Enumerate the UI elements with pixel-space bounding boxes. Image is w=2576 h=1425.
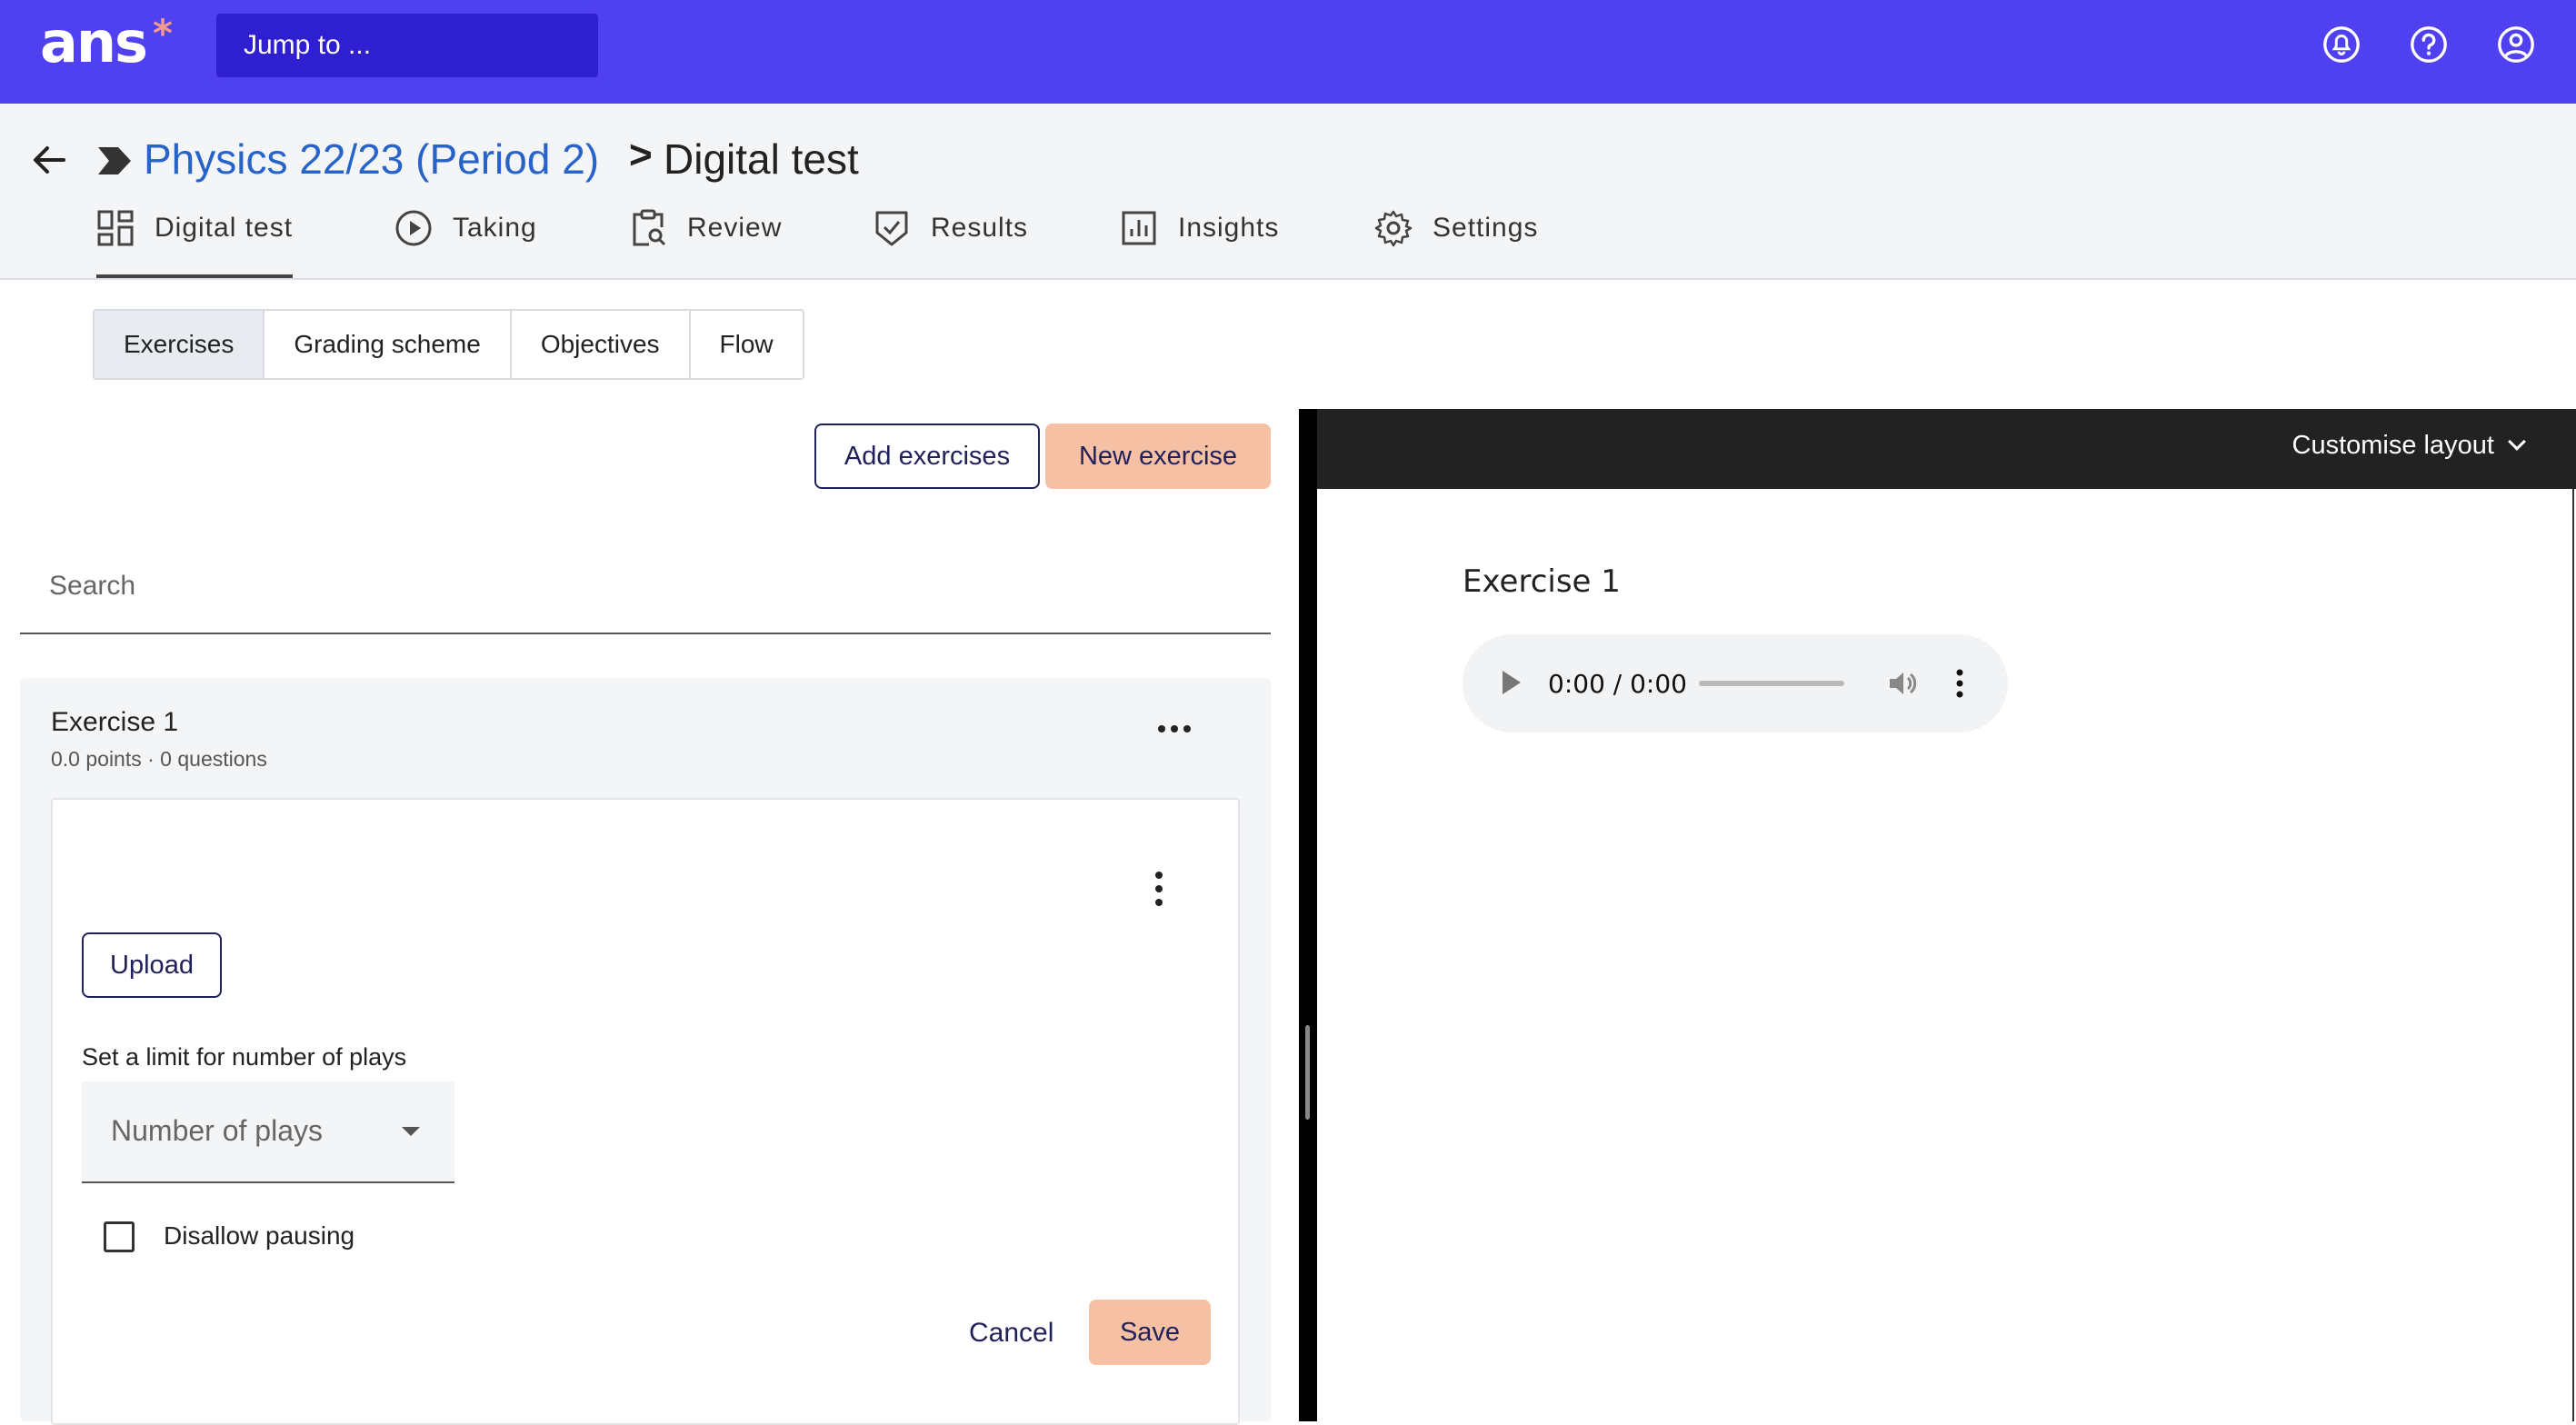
tab-settings[interactable]: Settings	[1374, 209, 1538, 278]
tab-label: Taking	[453, 213, 537, 243]
account-icon[interactable]	[2495, 24, 2537, 65]
ans-logo[interactable]: ans	[40, 9, 148, 75]
tab-label: Review	[687, 213, 783, 243]
page-title: Digital test	[664, 135, 859, 183]
bar-chart-icon	[1122, 211, 1156, 245]
audio-settings-panel: Upload Set a limit for number of plays N…	[51, 798, 1240, 1425]
disallow-pausing-checkbox[interactable]	[104, 1221, 135, 1252]
upload-button[interactable]: Upload	[82, 932, 222, 998]
tab-label: Settings	[1433, 213, 1539, 243]
exercise-title: Exercise 1	[51, 707, 179, 737]
limit-label: Set a limit for number of plays	[82, 1043, 407, 1071]
more-vertical-icon[interactable]	[1147, 869, 1171, 909]
subtab-exercises[interactable]: Exercises	[95, 311, 265, 378]
save-button[interactable]: Save	[1089, 1300, 1211, 1365]
resize-handle[interactable]	[1305, 1025, 1310, 1120]
tab-label: Insights	[1178, 213, 1280, 243]
number-of-plays-select[interactable]: Number of plays	[82, 1081, 454, 1183]
audio-player: 0:00 / 0:00	[1463, 634, 2008, 732]
dashboard-icon	[97, 210, 134, 246]
back-arrow-icon[interactable]	[29, 140, 69, 180]
breadcrumb-chevron-icon	[98, 147, 131, 174]
top-bar: ans * Jump to ...	[0, 0, 2576, 104]
jump-to-input[interactable]: Jump to ...	[216, 14, 598, 77]
subtab-flow[interactable]: Flow	[691, 311, 803, 378]
tab-label: Digital test	[155, 213, 294, 243]
tab-review[interactable]: Review	[629, 209, 782, 278]
dropdown-caret-icon	[402, 1127, 420, 1136]
gear-icon	[1374, 210, 1413, 247]
tab-taking[interactable]: Taking	[394, 209, 537, 278]
select-placeholder: Number of plays	[111, 1114, 323, 1147]
add-exercises-button[interactable]: Add exercises	[814, 424, 1040, 489]
tab-insights[interactable]: Insights	[1120, 209, 1279, 278]
logo-star: *	[153, 11, 173, 55]
subtab-objectives[interactable]: Objectives	[512, 311, 691, 378]
clipboard-search-icon	[633, 209, 666, 246]
play-circle-icon	[395, 210, 432, 246]
audio-time: 0:00 / 0:00	[1548, 669, 1687, 699]
shield-check-icon	[875, 211, 908, 246]
play-icon[interactable]	[1503, 671, 1521, 694]
more-horizontal-icon[interactable]	[1149, 716, 1200, 742]
customise-layout-button[interactable]: Customise layout	[2291, 431, 2526, 461]
cancel-button[interactable]: Cancel	[969, 1318, 1053, 1349]
new-exercise-button[interactable]: New exercise	[1045, 424, 1271, 489]
preview-toolbar: Customise layout	[1317, 409, 2576, 489]
tab-results[interactable]: Results	[873, 209, 1028, 278]
help-icon[interactable]	[2408, 24, 2450, 65]
preview-panel: Exercise 1 0:00 / 0:00	[1317, 489, 2574, 1421]
audio-progress-slider[interactable]	[1699, 681, 1844, 686]
tab-digital-test[interactable]: Digital test	[96, 209, 294, 278]
page-header: Physics 22/23 (Period 2) > Digital test …	[0, 104, 2576, 280]
breadcrumb-separator: >	[629, 133, 653, 177]
notifications-icon[interactable]	[2321, 24, 2362, 65]
volume-icon[interactable]	[1886, 667, 1919, 700]
chevron-down-icon	[2508, 433, 2526, 451]
panel-divider	[1299, 409, 1317, 1421]
tab-label: Results	[931, 213, 1029, 243]
search-placeholder: Search	[49, 571, 136, 601]
exercise-card: Exercise 1 0.0 points · 0 questions Uplo…	[20, 678, 1271, 1425]
preview-exercise-title: Exercise 1	[1463, 563, 1621, 600]
search-input[interactable]: Search	[20, 545, 1271, 634]
disallow-pausing-label[interactable]: Disallow pausing	[164, 1221, 354, 1251]
breadcrumb-course-link[interactable]: Physics 22/23 (Period 2)	[144, 135, 599, 184]
more-vertical-icon[interactable]	[1953, 667, 1966, 700]
sub-tabs: Exercises Grading scheme Objectives Flow	[93, 309, 804, 380]
customise-label: Customise layout	[2291, 431, 2494, 460]
exercise-subtitle: 0.0 points · 0 questions	[51, 747, 267, 771]
subtab-grading-scheme[interactable]: Grading scheme	[265, 311, 512, 378]
